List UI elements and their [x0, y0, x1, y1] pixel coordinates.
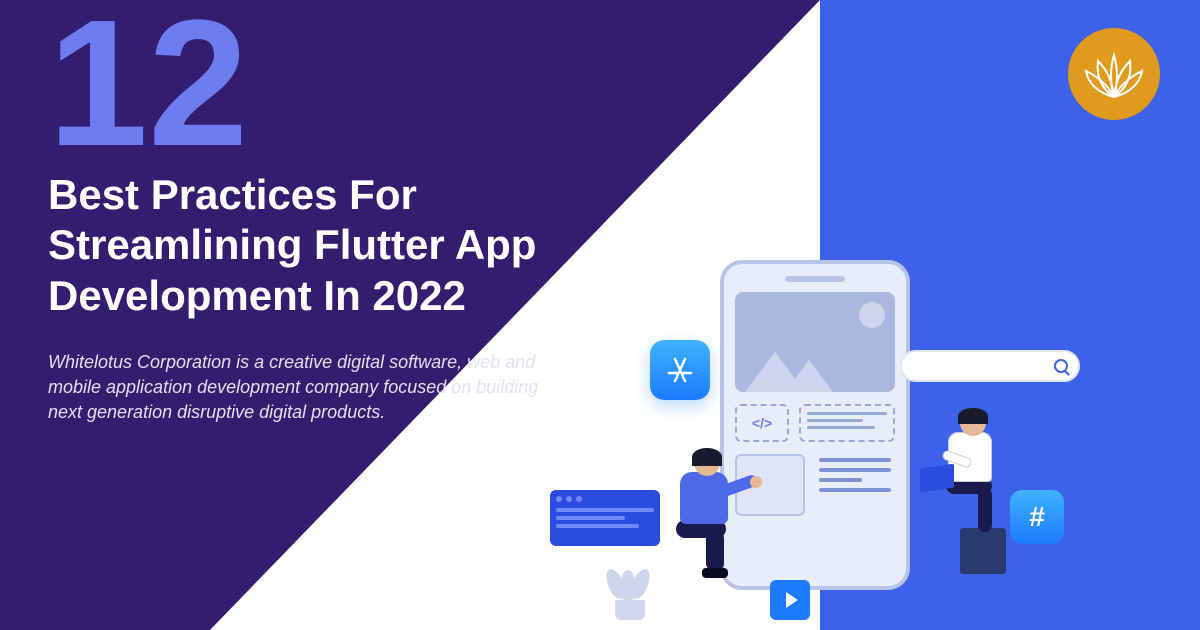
person-with-laptop — [920, 410, 1050, 600]
play-icon — [770, 580, 810, 620]
banner-canvas: 12 Best Practices For Streamlining Flutt… — [0, 0, 1200, 630]
search-bar — [900, 350, 1080, 382]
lotus-icon — [1082, 49, 1146, 99]
headline-number: 12 — [48, 0, 248, 187]
hero-illustration: </> # — [520, 260, 1080, 620]
code-block-icon: </> — [735, 404, 789, 442]
company-logo — [1068, 28, 1160, 120]
search-icon — [1054, 359, 1068, 373]
subheadline-text: Whitelotus Corporation is a creative dig… — [48, 350, 558, 426]
person-kneeling — [650, 450, 760, 610]
phone-hero-image — [735, 292, 895, 392]
mini-browser-window — [550, 490, 660, 546]
text-lines-block — [815, 454, 895, 516]
appstore-icon — [650, 340, 710, 400]
description-block — [799, 404, 895, 442]
phone-notch — [785, 276, 845, 282]
